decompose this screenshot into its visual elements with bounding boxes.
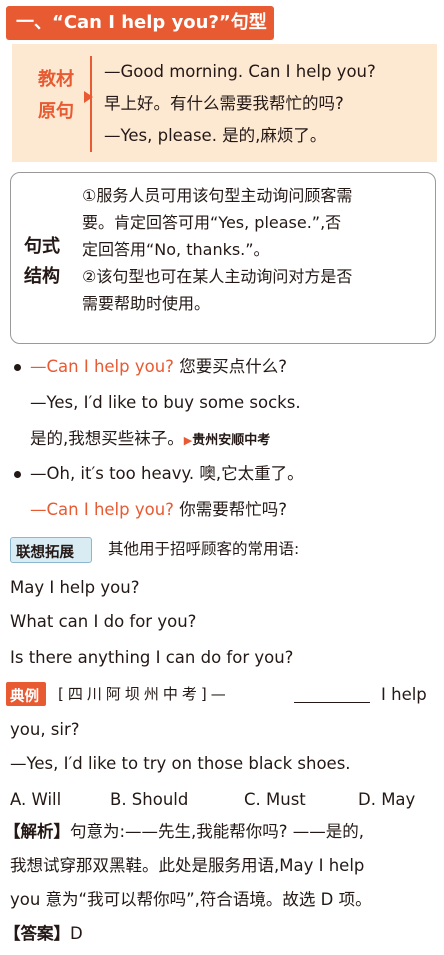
- original-sentence-label: 教材 原句: [38, 69, 74, 122]
- triangle-arrow-icon: [84, 91, 93, 103]
- example1-source: 贵州安顺中考: [192, 433, 271, 448]
- original-divider: [90, 56, 92, 152]
- analysis-line-2: 我想试穿那双黑鞋。此处是服务用语,May I help: [10, 856, 365, 875]
- option-c: C. Must: [244, 790, 306, 809]
- section-title: 一、“Can I help you?”句型: [16, 12, 267, 33]
- related-line-3: Is there anything I can do for you?: [10, 648, 294, 667]
- exercise-question-tail: I help: [381, 685, 427, 704]
- option-b: B. Should: [110, 790, 189, 809]
- related-tag: 联想拓展: [16, 545, 74, 561]
- exercise-tag: 典例: [10, 689, 39, 705]
- bullet-icon: [14, 471, 21, 478]
- example1-answer-zh: 是的,我想买些袜子。▶贵州安顺中考: [30, 429, 271, 448]
- bullet-icon: [14, 364, 21, 371]
- option-a: A. Will: [10, 790, 62, 809]
- example1-question: —Can I help you? 您要买点什么?: [30, 357, 287, 376]
- example2-statement: —Oh, it′s too heavy. 噢,它太重了。: [30, 464, 304, 483]
- original-line-2: 早上好。有什么需要我帮忙的吗?: [104, 94, 344, 113]
- example2-question: —Can I help you? 你需要帮忙吗?: [30, 500, 287, 519]
- related-line-1: May I help you?: [10, 578, 140, 597]
- original-line-1: —Good morning. Can I help you?: [104, 62, 376, 81]
- exercise-question-line2: you, sir?: [10, 720, 80, 739]
- exercise-answer-line: —Yes, I′d like to try on those black sho…: [10, 754, 351, 773]
- structure-label: 句式 结构: [24, 236, 60, 287]
- example1-answer-en: —Yes, I′d like to buy some socks.: [30, 393, 301, 412]
- related-line-2: What can I do for you?: [10, 612, 197, 631]
- analysis-line-1: 【解析】句意为:——先生,我能帮你吗? ——是的,: [4, 822, 365, 841]
- answer-blank: [294, 688, 370, 703]
- answer-line: 【答案】D: [4, 924, 83, 943]
- related-intro: 其他用于招呼顾客的常用语:: [108, 540, 300, 558]
- structure-text: ①服务人员可用该句型主动询问顾客需 要。肯定回答可用“Yes, please.”…: [82, 186, 353, 313]
- exercise-source: [四川阿坝州中考]—: [58, 685, 230, 703]
- original-line-3: —Yes, please. 是的,麻烦了。: [104, 126, 327, 145]
- small-arrow-icon: ▶: [183, 434, 193, 447]
- option-d: D. May: [358, 790, 416, 809]
- analysis-line-3: you 意为“我可以帮你吗”,符合语境。故选 D 项。: [10, 890, 372, 909]
